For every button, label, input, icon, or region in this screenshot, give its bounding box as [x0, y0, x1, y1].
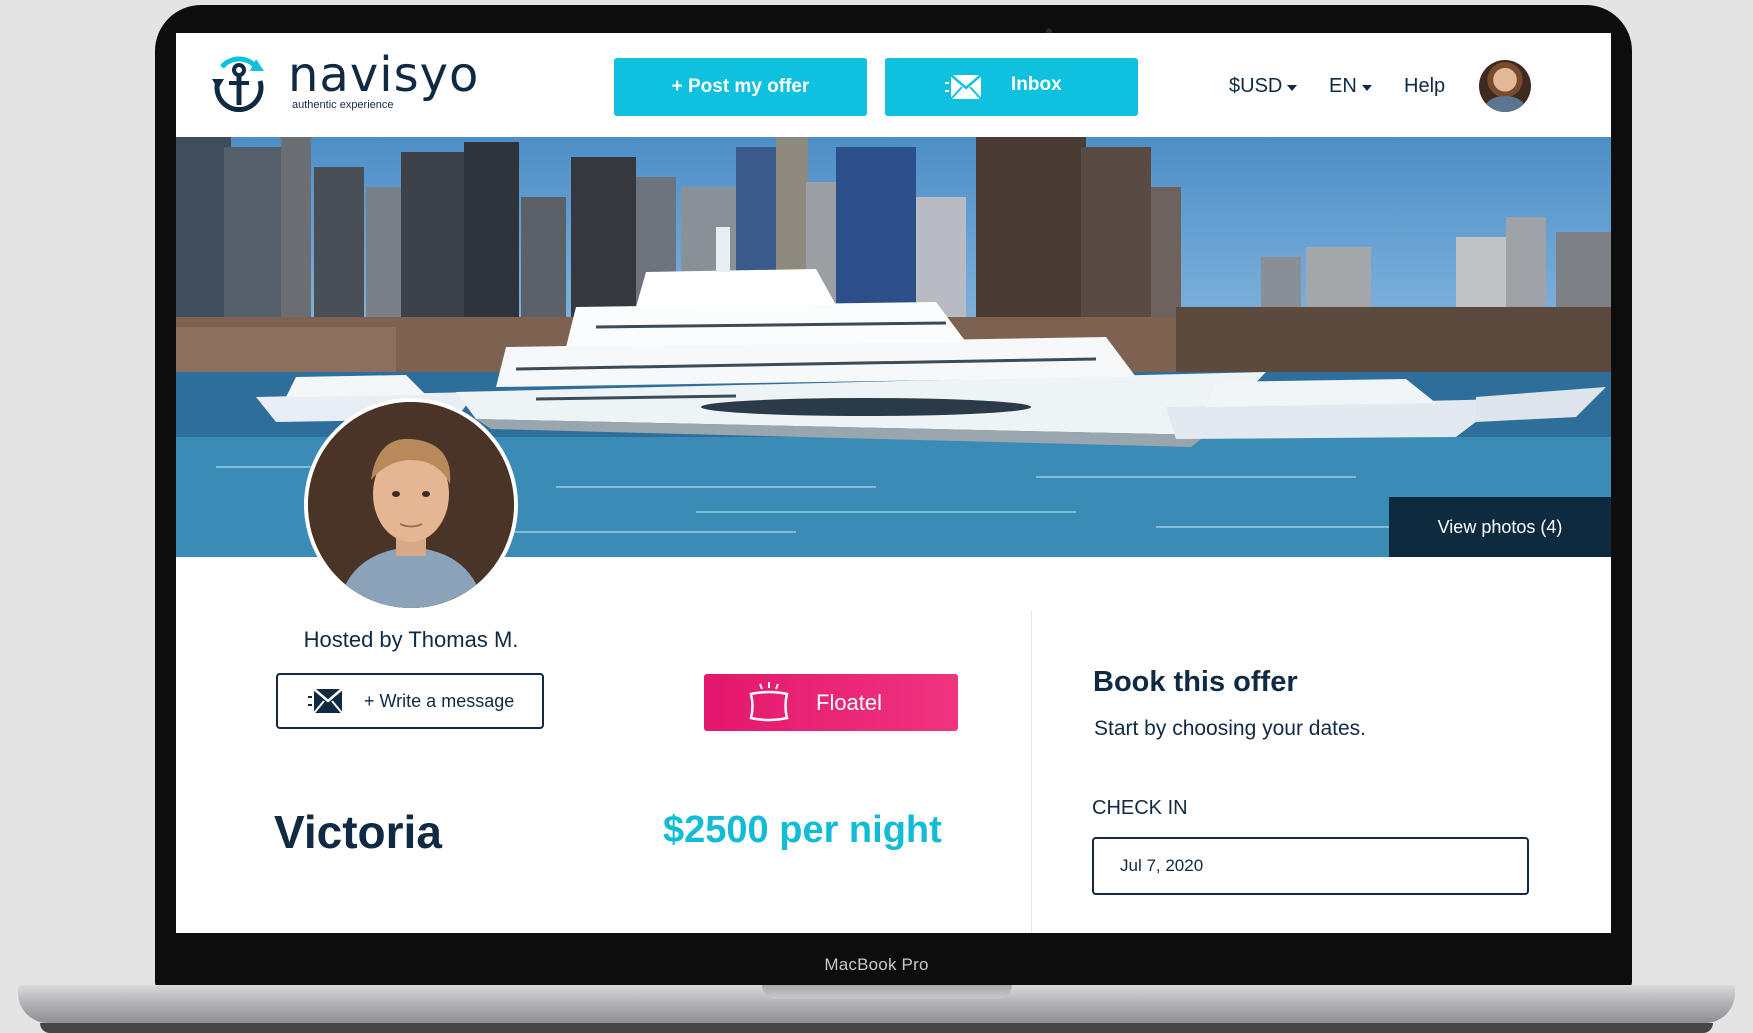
floatel-label: Floatel	[816, 690, 883, 715]
device-model-label: MacBook Pro	[824, 955, 929, 974]
inbox-label: Inbox	[1011, 74, 1062, 95]
brand-name[interactable]: navisyo	[288, 47, 479, 103]
pillow-icon	[749, 682, 789, 722]
price-label: $2500 per night	[663, 809, 942, 851]
site-header: navisyo authentic experience + Post my o…	[176, 33, 1611, 137]
currency-label: $USD	[1229, 75, 1283, 97]
host-portrait	[308, 402, 514, 608]
laptop-screen: navisyo authentic experience + Post my o…	[176, 33, 1611, 933]
laptop-base-shadow	[40, 1023, 1713, 1033]
laptop-notch	[762, 985, 1012, 999]
hosted-by-label: Hosted by Thomas M.	[303, 627, 519, 652]
view-photos-button[interactable]: View photos (4)	[1389, 497, 1611, 557]
column-divider	[1031, 610, 1032, 933]
checkin-label: CHECK IN	[1092, 797, 1188, 819]
language-dropdown[interactable]: EN	[1329, 75, 1372, 98]
mail-icon	[945, 74, 982, 100]
booking-subtitle: Start by choosing your dates.	[1094, 717, 1366, 740]
currency-dropdown[interactable]: $USD	[1229, 75, 1298, 98]
write-message-button[interactable]: + Write a message	[276, 673, 544, 729]
brand-tagline: authentic experience	[292, 99, 394, 111]
chevron-down-icon	[1361, 84, 1372, 91]
host-avatar[interactable]	[304, 398, 518, 612]
post-offer-button[interactable]: + Post my offer	[614, 58, 867, 116]
inbox-button[interactable]: Inbox	[885, 58, 1138, 116]
language-label: EN	[1329, 75, 1357, 97]
write-message-label: + Write a message	[364, 691, 515, 711]
user-avatar[interactable]	[1479, 60, 1531, 112]
help-link[interactable]: Help	[1404, 75, 1445, 98]
listing-title: Victoria	[274, 806, 442, 858]
mail-icon	[308, 688, 343, 714]
booking-title: Book this offer	[1093, 666, 1298, 698]
checkin-date-input[interactable]	[1092, 837, 1529, 895]
anchor-icon[interactable]	[208, 53, 270, 115]
floatel-button[interactable]: Floatel	[704, 674, 958, 731]
chevron-down-icon	[1287, 84, 1298, 91]
